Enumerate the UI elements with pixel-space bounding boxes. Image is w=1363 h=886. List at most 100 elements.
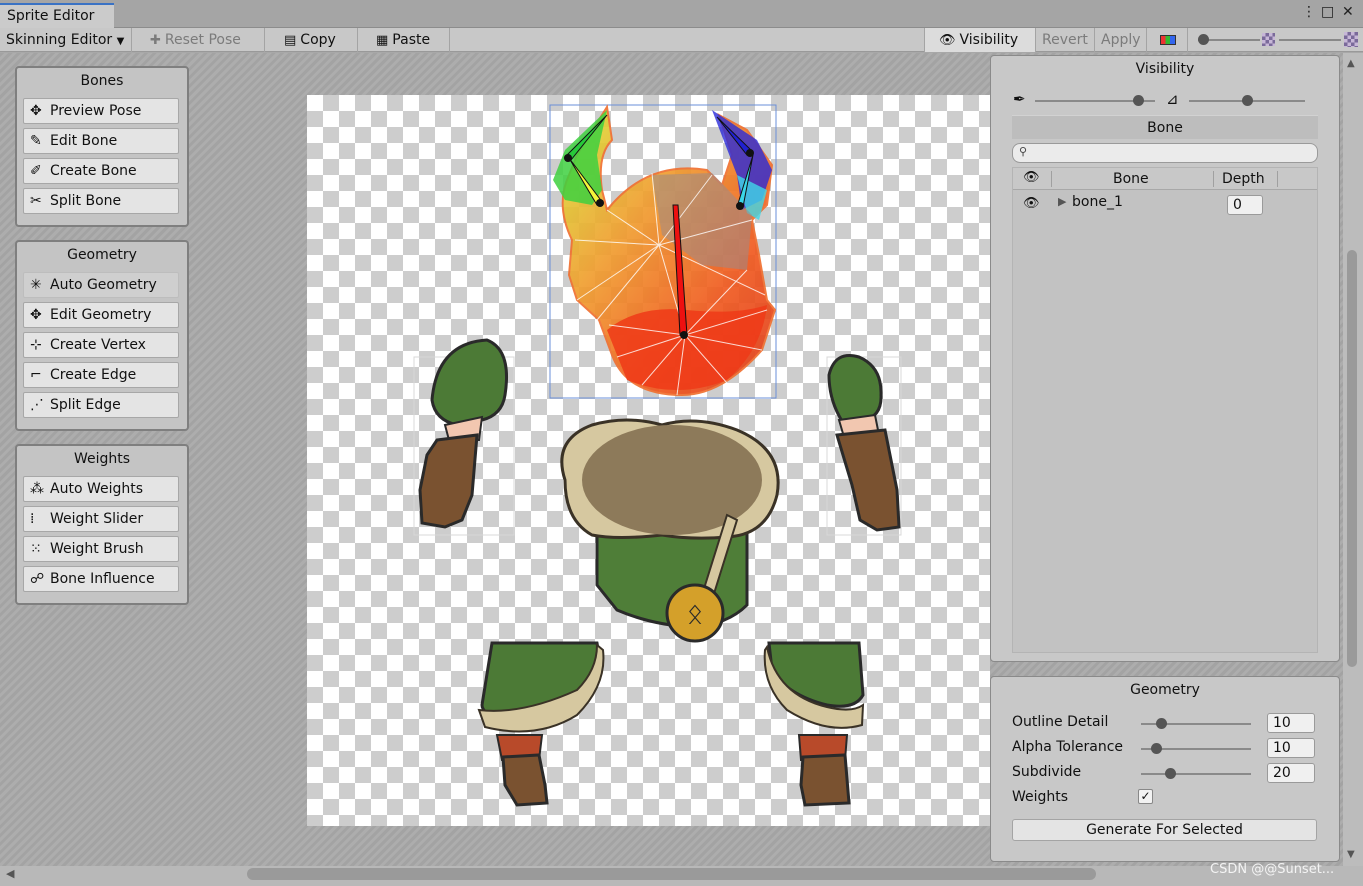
generate-for-selected-label: Generate For Selected [1086,822,1243,838]
bone-opacity-icon: ✒ [1013,90,1026,108]
preview-pose-button[interactable]: ✥ Preview Pose [23,98,179,124]
bone-search-field[interactable]: ⚲ [1012,143,1318,163]
split-bone-icon: ✂ [30,193,42,209]
mesh-opacity-slider[interactable] [1189,91,1305,111]
auto-weights-button[interactable]: ⁂ Auto Weights [23,476,179,502]
split-edge-button[interactable]: ⋰ Split Edge [23,392,179,418]
checkmark-icon: ✓ [1140,789,1151,803]
torso-sprite[interactable]: ᛟ [560,418,780,643]
maximize-icon[interactable]: □ [1321,4,1334,20]
color-channel-button[interactable] [1152,28,1188,52]
more-menu-icon[interactable]: ⋮ [1302,4,1316,20]
bone-visibility-eye-icon[interactable]: 👁 [1023,196,1040,211]
bones-panel-title: Bones [80,73,124,89]
split-bone-label: Split Bone [50,193,122,209]
subdivide-field[interactable]: 20 [1267,763,1315,783]
bone-section-header: Bone [1012,115,1318,139]
sprite-sheet[interactable]: ᛟ [307,95,990,826]
edit-bone-label: Edit Bone [50,133,118,149]
reset-pose-button[interactable]: ✚ Reset Pose [142,28,265,52]
bone-opacity-knob[interactable] [1133,95,1145,106]
scroll-up-arrow-icon[interactable]: ▲ [1347,58,1355,69]
bone-row[interactable]: 👁 ▶ bone_1 0 [1013,191,1317,217]
vertical-scroll-thumb[interactable] [1347,250,1357,667]
weight-brush-button[interactable]: ⁙ Weight Brush [23,536,179,562]
visibility-toggle[interactable]: 👁 Visibility [924,28,1036,52]
bone-depth-field[interactable]: 0 [1227,195,1263,215]
mode-label: Skinning Editor [6,32,113,48]
outline-detail-field[interactable]: 10 [1267,713,1315,733]
bone-opacity-slider[interactable] [1035,91,1155,111]
create-vertex-icon: ⊹ [30,337,42,353]
weights-checkbox[interactable]: ✓ [1138,789,1153,804]
create-vertex-button[interactable]: ⊹ Create Vertex [23,332,179,358]
weight-slider-button[interactable]: ⁞ Weight Slider [23,506,179,532]
edit-bone-button[interactable]: ✎ Edit Bone [23,128,179,154]
alpha-tolerance-value: 10 [1273,740,1291,756]
bone-influence-button[interactable]: ☍ Bone Influence [23,566,179,592]
visibility-column-eye-icon[interactable]: 👁 [1023,170,1040,185]
alpha-tolerance-label: Alpha Tolerance [1012,739,1124,755]
auto-weights-icon: ⁂ [30,481,44,497]
mesh-opacity-knob[interactable] [1241,95,1253,106]
expand-arrow-icon[interactable]: ▶ [1058,195,1066,208]
create-bone-icon: ✐ [30,163,42,179]
rgb-channel-icon [1160,35,1176,45]
chevron-down-icon: ▼ [116,36,125,47]
outline-detail-slider[interactable] [1141,715,1251,733]
tab-sprite-editor[interactable]: Sprite Editor [0,3,114,28]
zoom-slider[interactable] [1198,28,1262,52]
mode-dropdown[interactable]: Skinning Editor ▼ [0,28,132,52]
edit-geometry-label: Edit Geometry [50,307,152,323]
create-edge-button[interactable]: ⌐ Create Edge [23,362,179,388]
geometry-settings-panel: Geometry Outline Detail 10 Alpha Toleran… [990,676,1340,862]
bone-column-header[interactable]: Bone [1113,171,1149,187]
split-bone-button[interactable]: ✂ Split Bone [23,188,179,214]
right-hand-sprite[interactable] [826,354,902,536]
subdivide-knob[interactable] [1164,768,1176,779]
alpha-tolerance-knob[interactable] [1150,743,1162,754]
subdivide-slider[interactable] [1141,765,1251,783]
bone-search-input[interactable] [1033,145,1313,161]
svg-text:ᛟ: ᛟ [687,597,704,630]
close-icon[interactable]: ✕ [1342,4,1354,20]
left-leg-sprite[interactable] [477,641,605,807]
geometry-settings-title: Geometry [1130,682,1200,698]
split-edge-label: Split Edge [50,397,121,413]
copy-button[interactable]: ▤ Copy [278,28,358,52]
bone-list: 👁 Bone Depth 👁 ▶ bone_1 0 [1012,167,1318,653]
zoom-slider-knob[interactable] [1198,34,1209,45]
visibility-label: Visibility [959,32,1019,48]
mip-slider[interactable] [1279,28,1343,52]
checker-large-icon [1344,32,1358,47]
generate-for-selected-button[interactable]: Generate For Selected [1012,819,1317,841]
depth-column-header[interactable]: Depth [1222,171,1265,187]
horizontal-scroll-thumb[interactable] [247,868,1096,880]
checker-icon [1262,33,1275,46]
create-bone-button[interactable]: ✐ Create Bone [23,158,179,184]
scroll-left-arrow-icon[interactable]: ◀ [6,867,14,880]
edit-geometry-icon: ✥ [30,307,42,323]
paste-icon: ▦ [376,33,389,48]
revert-label: Revert [1042,32,1088,48]
create-vertex-label: Create Vertex [50,337,146,353]
reset-pose-icon: ✚ [150,33,161,48]
left-hand-sprite[interactable] [413,338,515,536]
copy-label: Copy [300,32,336,48]
revert-button[interactable]: Revert [1036,28,1095,52]
auto-geometry-button[interactable]: ✳ Auto Geometry [23,272,179,298]
bone-list-header: 👁 Bone Depth [1013,168,1317,190]
scroll-down-arrow-icon[interactable]: ▼ [1347,849,1355,860]
apply-button[interactable]: Apply [1095,28,1147,52]
geometry-tools-panel: Geometry ✳ Auto Geometry ✥ Edit Geometry ⊹… [15,240,189,431]
edit-geometry-button[interactable]: ✥ Edit Geometry [23,302,179,328]
right-leg-sprite[interactable] [763,641,865,807]
head-sprite[interactable] [549,104,777,399]
visibility-panel: Visibility ✒ ⊿ Bone ⚲ 👁 Bone Depth 👁 ▶ b… [990,55,1340,662]
geometry-tools-title: Geometry [67,247,137,263]
alpha-tolerance-slider[interactable] [1141,740,1251,758]
outline-detail-knob[interactable] [1155,718,1167,729]
paste-button[interactable]: ▦ Paste [370,28,450,52]
alpha-tolerance-field[interactable]: 10 [1267,738,1315,758]
copy-icon: ▤ [284,33,297,48]
